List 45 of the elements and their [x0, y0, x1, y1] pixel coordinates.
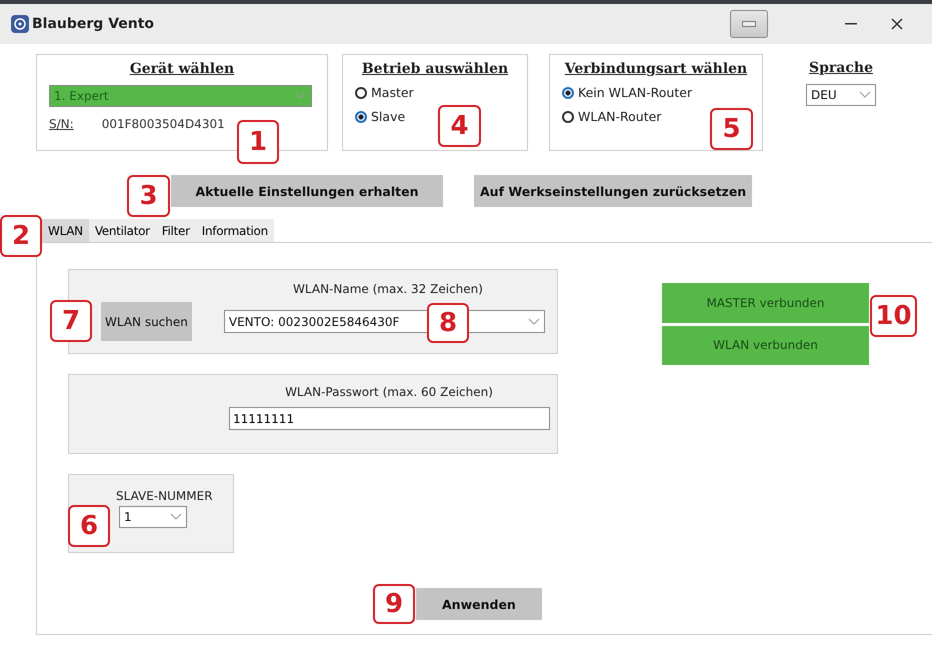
tab[interactable]: Information [196, 219, 274, 242]
get-settings-button[interactable]: Aktuelle Einstellungen erhalten [171, 175, 443, 207]
callout-number: 1 [237, 120, 279, 164]
serial-label: S/N: [49, 117, 74, 131]
restore-button[interactable] [730, 10, 768, 38]
callout-number: 8 [427, 303, 469, 343]
radio-option[interactable]: Kein WLAN-Router [562, 85, 692, 100]
callout-number: 9 [373, 584, 415, 624]
wlan-search-button[interactable]: WLAN suchen [101, 302, 192, 341]
factory-reset-button[interactable]: Auf Werkseinstellungen zurücksetzen [474, 175, 752, 207]
callout-number: 6 [68, 505, 110, 547]
tab[interactable]: Filter [156, 219, 196, 242]
radio-option[interactable]: Slave [355, 109, 406, 124]
tab[interactable]: Ventilator [88, 219, 156, 242]
tab[interactable]: WLAN [42, 219, 89, 242]
bar-icon [742, 21, 756, 27]
group-title: Gerät wählen [130, 61, 234, 77]
slave-number-dropdown[interactable]: 1 [119, 506, 187, 528]
close-icon [891, 18, 903, 30]
callout-number: 4 [438, 105, 481, 147]
password-field[interactable]: 11111111 [229, 407, 550, 430]
chevron-down-icon [295, 92, 307, 100]
group-title: Betrieb auswählen [362, 61, 508, 77]
callout-number: 10 [870, 295, 917, 337]
callout-number: 2 [0, 215, 42, 257]
chevron-down-icon [859, 91, 871, 99]
language-dropdown[interactable]: DEU [806, 84, 876, 106]
field-label: SLAVE-NUMMER [116, 489, 214, 503]
status-indicator: MASTER verbunden [662, 283, 869, 322]
callout-number: 7 [50, 300, 92, 342]
minimize-icon [845, 23, 857, 25]
chevron-down-icon [170, 513, 182, 521]
status-indicator: WLAN verbunden [662, 326, 869, 365]
apply-button[interactable]: Anwenden [416, 588, 542, 620]
field-label: WLAN-Name (max. 32 Zeichen) [292, 282, 484, 296]
chevron-down-icon [528, 318, 540, 326]
window-title: Blauberg Vento [32, 16, 156, 32]
radio-option[interactable]: WLAN-Router [562, 109, 662, 124]
group-title: Verbindungsart wählen [564, 61, 748, 77]
radio-option[interactable]: Master [355, 85, 414, 100]
field-label: WLAN-Passwort (max. 60 Zeichen) [284, 385, 494, 399]
serial-number: 001F8003504D4301 [102, 117, 225, 131]
callout-number: 3 [127, 175, 170, 217]
callout-number: 5 [710, 108, 753, 150]
group-title: Sprache [809, 60, 873, 76]
